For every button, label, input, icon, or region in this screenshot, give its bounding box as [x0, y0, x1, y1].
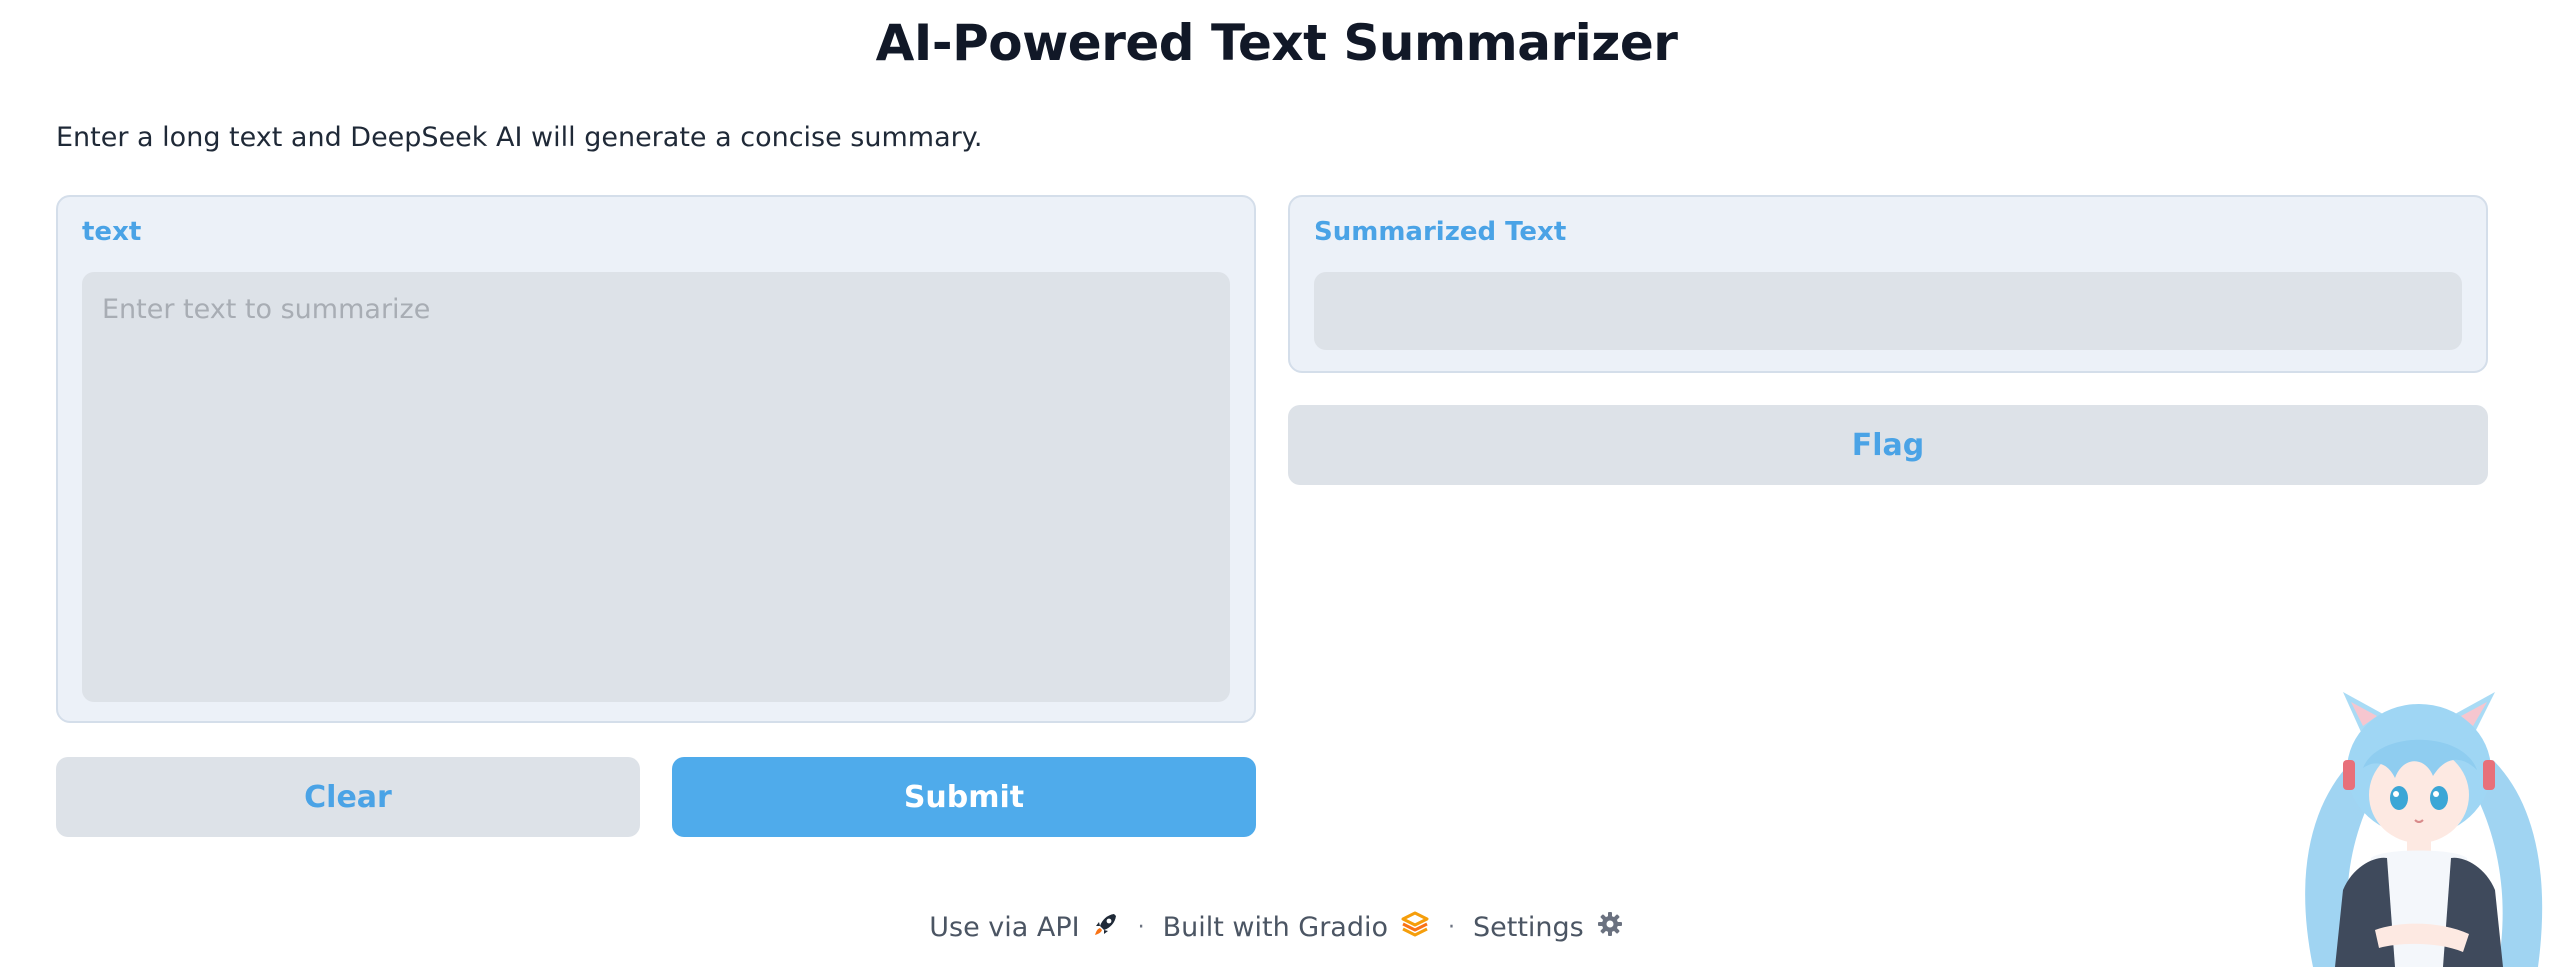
app-container: AI-Powered Text Summarizer Enter a long …	[0, 0, 2553, 967]
clear-button[interactable]: Clear	[56, 757, 640, 837]
footer: Use via API · Built with Gradio · Settin…	[0, 910, 2553, 945]
footer-separator: ·	[1137, 915, 1145, 940]
built-with-gradio-label: Built with Gradio	[1162, 912, 1388, 943]
mascot-illustration	[2283, 690, 2553, 967]
settings-link[interactable]: Settings	[1473, 910, 1624, 945]
gear-icon	[1596, 910, 1624, 945]
page-title: AI-Powered Text Summarizer	[875, 14, 1678, 72]
summary-output[interactable]	[1314, 272, 2462, 350]
use-via-api-link[interactable]: Use via API	[929, 910, 1119, 945]
output-panel: Summarized Text	[1288, 195, 2488, 373]
text-input[interactable]	[82, 272, 1230, 702]
use-via-api-label: Use via API	[929, 912, 1080, 943]
output-label: Summarized Text	[1314, 217, 1567, 247]
submit-button[interactable]: Submit	[672, 757, 1256, 837]
rocket-icon	[1092, 910, 1120, 945]
built-with-gradio-link[interactable]: Built with Gradio	[1163, 910, 1430, 945]
page-description: Enter a long text and DeepSeek AI will g…	[56, 122, 983, 153]
input-label: text	[82, 217, 142, 247]
gradio-logo-icon	[1400, 910, 1430, 945]
footer-separator: ·	[1448, 915, 1455, 940]
flag-button[interactable]: Flag	[1288, 405, 2488, 485]
input-panel: text	[56, 195, 1256, 723]
settings-label: Settings	[1473, 912, 1584, 943]
